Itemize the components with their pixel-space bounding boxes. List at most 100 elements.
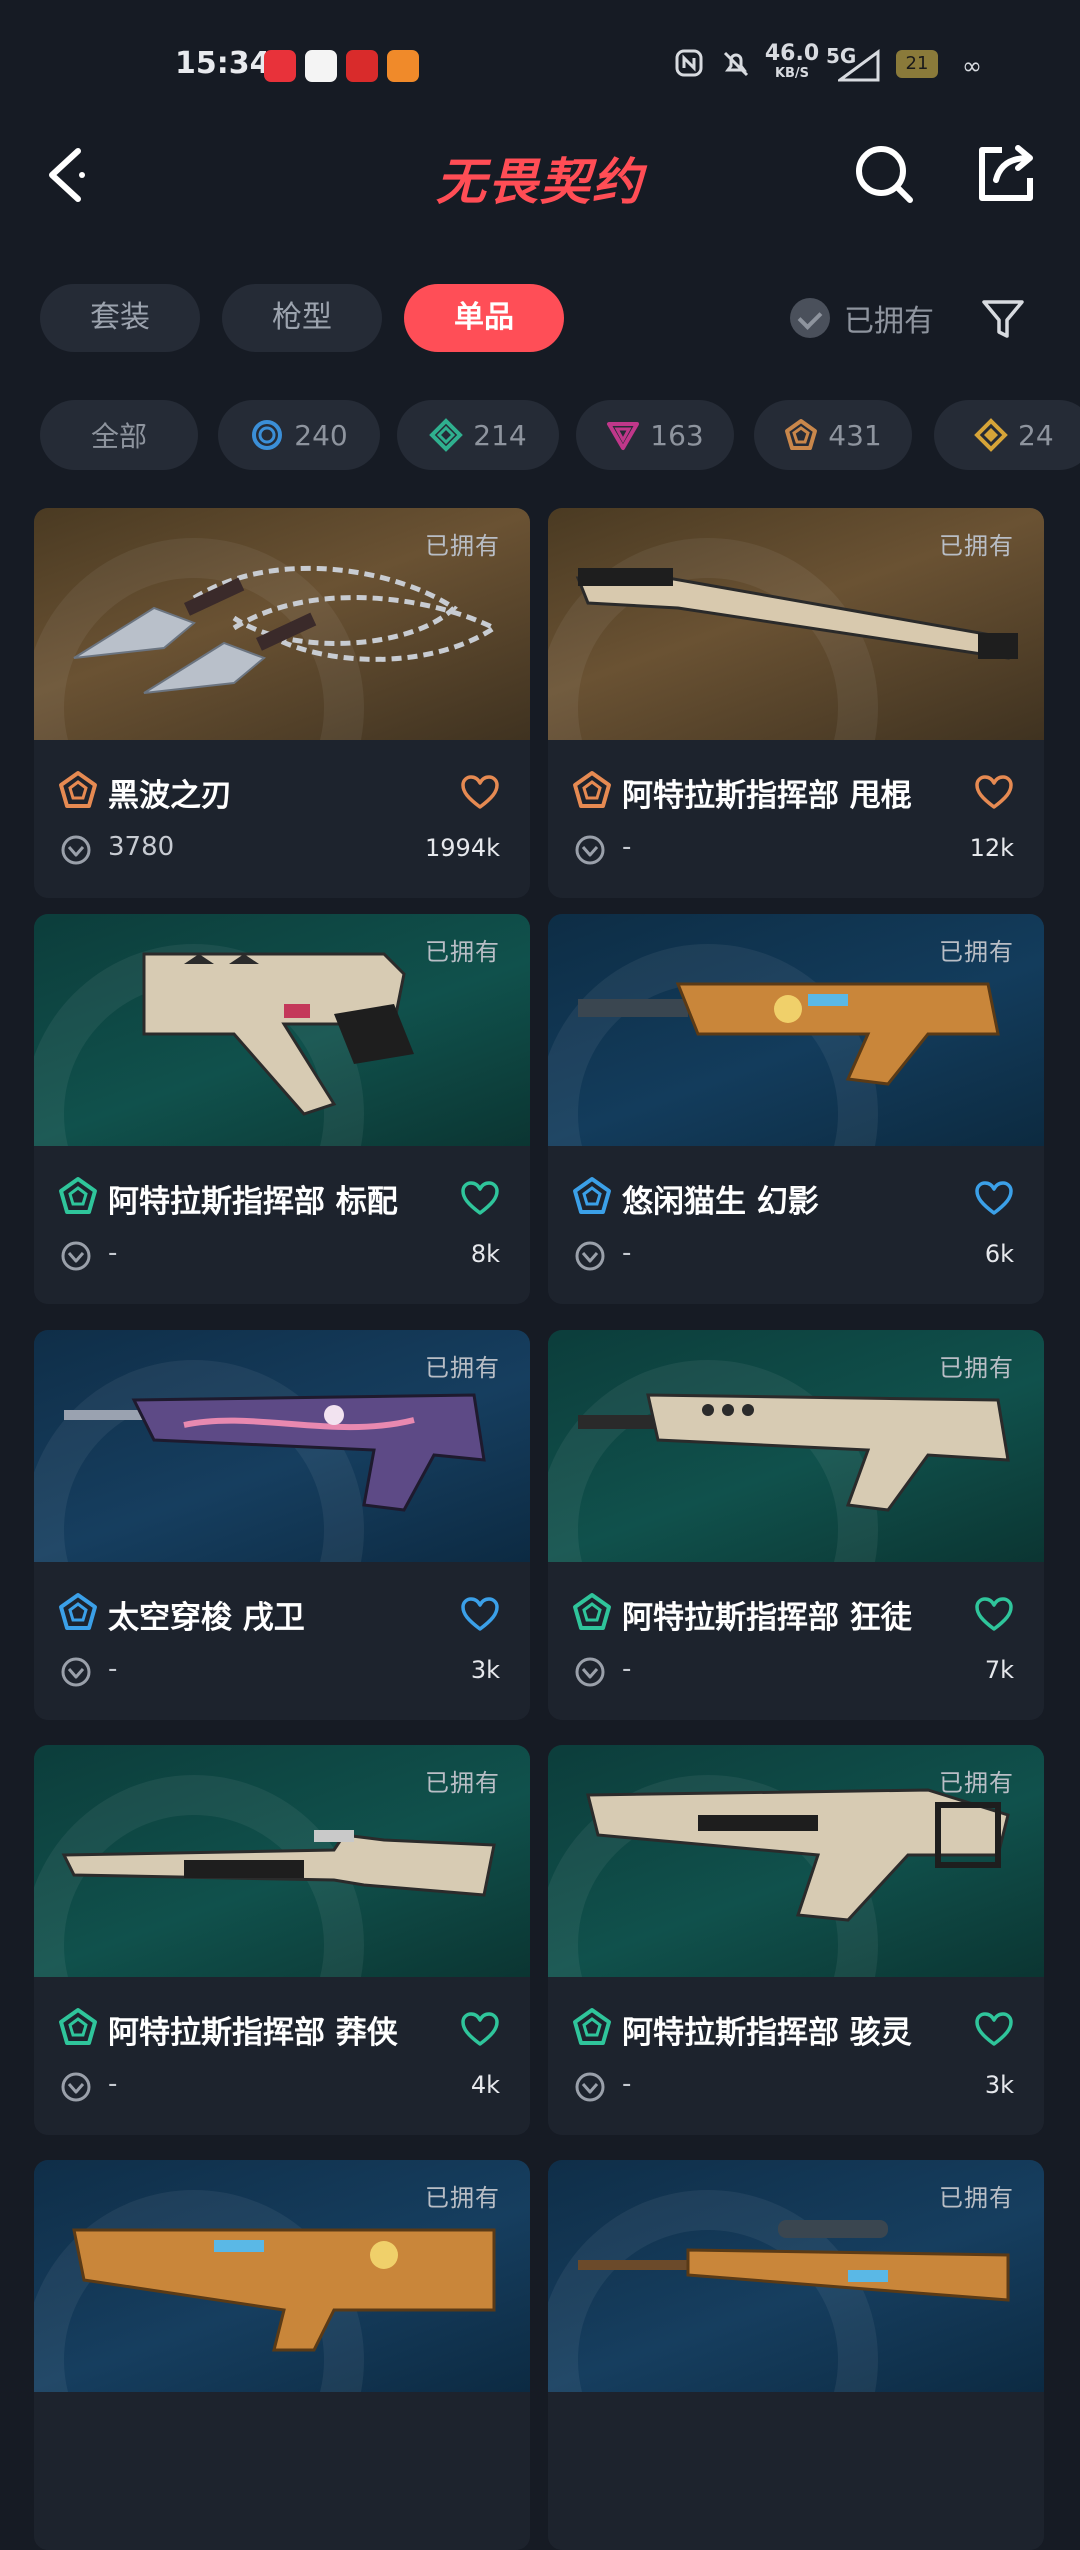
skin-info: 阿特拉斯指挥部 骇灵 - 3k xyxy=(548,1977,1044,2135)
skin-card[interactable]: 已拥有 阿特拉斯指挥部 狂徒 - 7k xyxy=(548,1330,1044,1720)
chip-tier-deluxe[interactable]: 214 xyxy=(397,400,559,470)
chip-tier-ultra[interactable]: 24 xyxy=(934,400,1080,470)
owned-badge: 已拥有 xyxy=(939,1769,1014,1797)
tab-items[interactable]: 单品 xyxy=(404,284,564,352)
like-count: 3k xyxy=(984,2071,1014,2099)
tier-icon xyxy=(59,1177,97,1214)
skin-banner: 已拥有 xyxy=(34,508,530,740)
oppo-store-icon xyxy=(305,50,337,82)
chip-tier-select[interactable]: 240 xyxy=(218,400,380,470)
tab-weapon-types[interactable]: 枪型 xyxy=(222,284,382,352)
vp-currency-icon xyxy=(61,835,91,865)
tier-icon xyxy=(59,2008,97,2045)
heart-icon[interactable] xyxy=(460,774,500,810)
skin-price: - xyxy=(108,1654,118,1684)
vp-currency-icon xyxy=(575,1241,605,1271)
skin-banner: 已拥有 xyxy=(34,1330,530,1562)
skin-price: 3780 xyxy=(108,832,175,862)
filter-icon[interactable] xyxy=(980,296,1026,342)
heart-icon[interactable] xyxy=(460,1180,500,1216)
tier-icon xyxy=(573,771,611,808)
chip-tier-exclusive[interactable]: 431 xyxy=(754,400,912,470)
skin-banner: 已拥有 xyxy=(548,508,1044,740)
ultra-tier-icon xyxy=(974,418,1008,452)
vp-currency-icon xyxy=(61,1657,91,1687)
tab-bundles[interactable]: 套装 xyxy=(40,284,200,352)
chip-tier-premium[interactable]: 163 xyxy=(576,400,734,470)
deluxe-tier-icon xyxy=(429,418,464,452)
chip-count: 24 xyxy=(1018,418,1054,452)
vp-currency-icon xyxy=(61,1241,91,1271)
owned-badge: 已拥有 xyxy=(939,1354,1014,1382)
battery-level: 21 xyxy=(905,53,929,74)
nfc-icon xyxy=(675,49,703,77)
skin-info: 阿特拉斯指挥部 甩棍 - 12k xyxy=(548,740,1044,898)
share-icon[interactable] xyxy=(972,140,1040,208)
page-title-logo: 无畏契约 xyxy=(436,153,644,211)
owned-badge: 已拥有 xyxy=(425,532,500,560)
skin-info: 悠闲猫生 幻影 - 6k xyxy=(548,1146,1044,1304)
skin-name: 阿特拉斯指挥部 标配 xyxy=(108,1184,398,1220)
heart-icon[interactable] xyxy=(460,2011,500,2047)
skin-banner: 已拥有 xyxy=(548,1745,1044,1977)
infinity-icon: ∞ xyxy=(962,52,982,80)
skin-name: 阿特拉斯指挥部 莽侠 xyxy=(108,2015,398,2051)
skin-card[interactable]: 已拥有 阿特拉斯指挥部 骇灵 - 3k xyxy=(548,1745,1044,2135)
vp-currency-icon xyxy=(61,2072,91,2102)
skin-price: - xyxy=(108,2069,118,2099)
search-icon[interactable] xyxy=(850,140,918,208)
like-count: 8k xyxy=(470,1240,500,1268)
skin-card[interactable]: 已拥有 阿特拉斯指挥部 甩棍 - 12k xyxy=(548,508,1044,898)
skin-banner: 已拥有 xyxy=(548,914,1044,1146)
skin-card[interactable]: 已拥有 xyxy=(34,2160,530,2550)
signal-icon xyxy=(838,49,880,82)
skin-price: - xyxy=(622,1238,632,1268)
skin-info: 黑波之刃 3780 1994k xyxy=(34,740,530,898)
owned-badge: 已拥有 xyxy=(939,532,1014,560)
skin-card[interactable]: 已拥有 阿特拉斯指挥部 莽侠 - 4k xyxy=(34,1745,530,2135)
owned-filter-toggle[interactable]: 已拥有 xyxy=(790,296,934,340)
owned-badge: 已拥有 xyxy=(939,938,1014,966)
skin-name: 悠闲猫生 幻影 xyxy=(622,1184,819,1220)
vp-currency-icon xyxy=(575,1657,605,1687)
heart-icon[interactable] xyxy=(974,1596,1014,1632)
heart-icon[interactable] xyxy=(974,774,1014,810)
skin-name: 阿特拉斯指挥部 甩棍 xyxy=(622,778,912,814)
like-count: 4k xyxy=(470,2071,500,2099)
chip-count: 240 xyxy=(294,418,348,452)
owned-badge: 已拥有 xyxy=(425,1354,500,1382)
like-count: 3k xyxy=(470,1656,500,1684)
skin-card[interactable]: 已拥有 xyxy=(548,2160,1044,2550)
skin-info: 阿特拉斯指挥部 莽侠 - 4k xyxy=(34,1977,530,2135)
owned-filter-label: 已拥有 xyxy=(844,304,934,339)
skin-name: 黑波之刃 xyxy=(108,778,232,814)
like-count: 1994k xyxy=(425,834,500,862)
skin-card[interactable]: 已拥有 黑波之刃 3780 1994k xyxy=(34,508,530,898)
heart-icon[interactable] xyxy=(974,2011,1014,2047)
skin-banner: 已拥有 xyxy=(548,1330,1044,1562)
vp-currency-icon xyxy=(575,835,605,865)
chip-all-label: 全部 xyxy=(90,420,147,453)
owned-badge: 已拥有 xyxy=(425,938,500,966)
select-tier-icon xyxy=(252,420,283,450)
skin-name: 阿特拉斯指挥部 狂徒 xyxy=(622,1600,912,1636)
skin-card[interactable]: 已拥有 悠闲猫生 幻影 - 6k xyxy=(548,914,1044,1304)
battery-icon: 21 xyxy=(896,50,938,78)
tmall-icon xyxy=(346,50,378,82)
tier-icon xyxy=(573,1593,611,1630)
skin-card[interactable]: 已拥有 太空穿梭 戌卫 - 3k xyxy=(34,1330,530,1720)
chip-all[interactable]: 全部 xyxy=(40,400,198,470)
owned-badge: 已拥有 xyxy=(425,1769,500,1797)
heart-icon[interactable] xyxy=(974,1180,1014,1216)
skin-name: 太空穿梭 戌卫 xyxy=(108,1600,305,1636)
skin-price: - xyxy=(622,832,632,862)
check-icon xyxy=(790,298,830,338)
tier-icon xyxy=(573,1177,611,1214)
skin-price: - xyxy=(622,1654,632,1684)
skin-info xyxy=(34,2392,530,2550)
heart-icon[interactable] xyxy=(460,1596,500,1632)
skin-info xyxy=(548,2392,1044,2550)
tier-icon xyxy=(59,1593,97,1630)
skin-card[interactable]: 已拥有 阿特拉斯指挥部 标配 - 8k xyxy=(34,914,530,1304)
like-count: 12k xyxy=(969,834,1014,862)
